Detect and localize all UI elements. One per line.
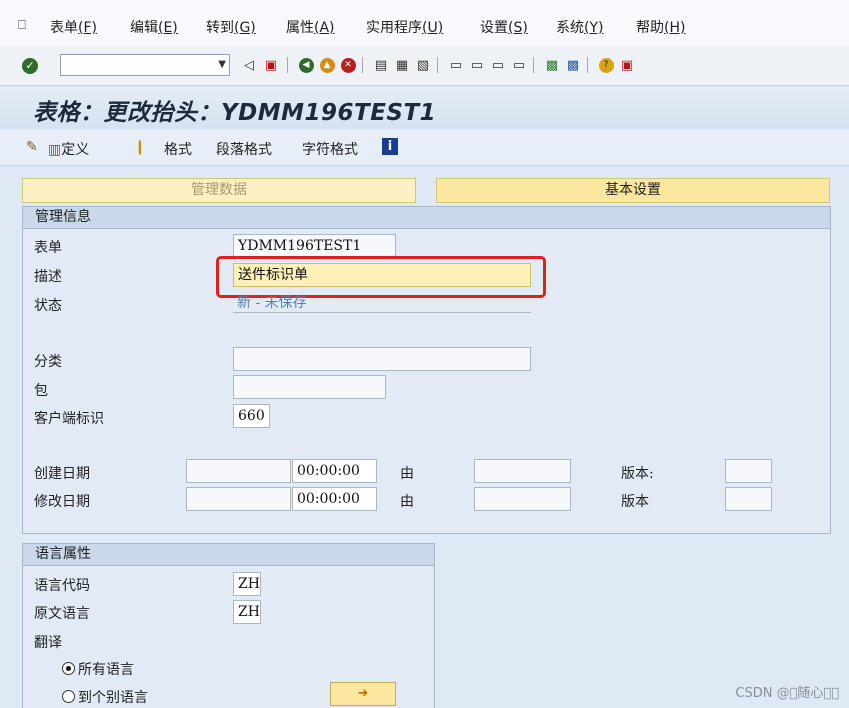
info-icon[interactable]: i bbox=[382, 138, 398, 155]
menu-system[interactable]: 系统(Y) bbox=[556, 17, 603, 37]
find-next-icon[interactable]: ▧ bbox=[414, 56, 432, 74]
language-code-field[interactable]: ZH bbox=[233, 572, 261, 596]
menu-form[interactable]: 表单(F) bbox=[50, 17, 97, 37]
toolbar-separator bbox=[533, 57, 534, 73]
menu-edit[interactable]: 编辑(E) bbox=[130, 17, 178, 37]
prev-page-icon[interactable]: ▭ bbox=[468, 56, 486, 74]
collapse-left-icon[interactable]: ◁ bbox=[240, 56, 258, 74]
status-label: 状态 bbox=[34, 298, 62, 314]
define-icon: ▥ bbox=[48, 142, 62, 158]
watermark: CSDN @ 随心   bbox=[735, 686, 839, 701]
menu-help[interactable]: 帮助(H) bbox=[636, 17, 685, 37]
toolbar-separator bbox=[437, 57, 438, 73]
changed-date-label: 修改日期 bbox=[34, 494, 90, 510]
changed-version-label: 版本 bbox=[621, 494, 649, 510]
menu-goto[interactable]: 转到(G) bbox=[206, 17, 256, 37]
created-time-field[interactable]: 00:00:00 bbox=[292, 459, 377, 483]
menu-window-icon[interactable]: ⎕ bbox=[18, 18, 26, 33]
radio-unselected-icon bbox=[62, 690, 75, 703]
package-field[interactable] bbox=[233, 375, 386, 399]
paragraph-format-button[interactable]: 段落格式 bbox=[216, 139, 272, 159]
shortcut-icon[interactable]: ▩ bbox=[564, 56, 582, 74]
created-date-label: 创建日期 bbox=[34, 466, 90, 482]
application-toolbar: ✎ ▥定义 ❙ 格式 段落格式 字符格式 i bbox=[0, 130, 849, 166]
back-icon[interactable]: ◀ bbox=[297, 56, 315, 74]
next-page-icon[interactable]: ▭ bbox=[489, 56, 507, 74]
print-icon[interactable]: ▤ bbox=[372, 56, 390, 74]
exit-icon[interactable]: ▲ bbox=[318, 56, 336, 74]
marker-icon[interactable]: ❙ bbox=[134, 139, 146, 155]
client-label: 客户端标识 bbox=[34, 411, 104, 427]
toolbar-separator bbox=[362, 57, 363, 73]
new-session-icon[interactable]: ▩ bbox=[543, 56, 561, 74]
save-icon[interactable]: ▣ bbox=[262, 56, 280, 74]
created-version-label: 版本: bbox=[621, 466, 654, 482]
customize-layout-icon[interactable]: ▣ bbox=[618, 56, 636, 74]
tab-basic-settings[interactable]: 基本设置 bbox=[436, 178, 830, 203]
language-code-label: 语言代码 bbox=[34, 578, 90, 594]
created-version-field[interactable] bbox=[725, 459, 772, 483]
format-button[interactable]: 格式 bbox=[164, 139, 192, 159]
toolbar-separator bbox=[287, 57, 288, 73]
standard-toolbar: ✓ ▼ ◁ ▣ ◀ ▲ ✕ ▤ ▦ ▧ ▭ ▭ ▭ ▭ ▩ ▩ ? ▣ bbox=[0, 46, 849, 86]
created-date-field[interactable] bbox=[186, 459, 291, 483]
menu-settings[interactable]: 设置(S) bbox=[480, 17, 528, 37]
page-title: 表格：更改抬头：YDMM196TEST1 bbox=[33, 100, 437, 126]
edit-pencil-icon[interactable]: ✎ bbox=[26, 139, 38, 155]
original-language-field[interactable]: ZH bbox=[233, 600, 261, 624]
created-by-field[interactable] bbox=[474, 459, 571, 483]
toolbar-separator bbox=[587, 57, 588, 73]
title-bar: 表格：更改抬头：YDMM196TEST1 bbox=[0, 87, 849, 129]
description-label: 描述 bbox=[34, 269, 62, 285]
form-label: 表单 bbox=[34, 240, 62, 256]
radio-selected-icon bbox=[62, 662, 75, 675]
admin-info-title: 管理信息 bbox=[23, 207, 830, 229]
enter-check-icon[interactable]: ✓ bbox=[22, 58, 38, 74]
created-by-label: 由 bbox=[400, 466, 414, 482]
changed-date-field[interactable] bbox=[186, 487, 291, 511]
radio-all-languages[interactable]: 所有语言 bbox=[62, 659, 134, 679]
translate-label: 翻译 bbox=[34, 635, 62, 651]
menu-attributes[interactable]: 属性(A) bbox=[286, 17, 335, 37]
tab-admin-data[interactable]: 管理数据 bbox=[22, 178, 416, 203]
find-icon[interactable]: ▦ bbox=[393, 56, 411, 74]
highlight-annotation bbox=[216, 256, 546, 298]
changed-time-field[interactable]: 00:00:00 bbox=[292, 487, 377, 511]
command-dropdown-icon[interactable]: ▼ bbox=[218, 59, 226, 70]
changed-by-field[interactable] bbox=[474, 487, 571, 511]
client-field[interactable]: 660 bbox=[233, 404, 270, 428]
package-label: 包 bbox=[34, 383, 48, 399]
first-page-icon[interactable]: ▭ bbox=[447, 56, 465, 74]
form-name-field[interactable]: YDMM196TEST1 bbox=[233, 234, 396, 258]
char-format-button[interactable]: 字符格式 bbox=[302, 139, 358, 159]
status-value: 新 - 未保存 bbox=[233, 295, 531, 313]
radio-single-language[interactable]: 到个别语言 bbox=[62, 687, 148, 707]
last-page-icon[interactable]: ▭ bbox=[510, 56, 528, 74]
menu-bar: ⎕ 表单(F) 编辑(E) 转到(G) 属性(A) 实用程序(U) 设置(S) … bbox=[0, 0, 849, 46]
command-field[interactable]: ▼ bbox=[60, 54, 230, 76]
define-button[interactable]: ▥定义 bbox=[48, 139, 89, 159]
cancel-icon[interactable]: ✕ bbox=[339, 56, 357, 74]
language-attributes-title: 语言属性 bbox=[23, 544, 434, 566]
changed-by-label: 由 bbox=[400, 494, 414, 510]
class-label: 分类 bbox=[34, 354, 62, 370]
changed-version-field[interactable] bbox=[725, 487, 772, 511]
arrow-right-icon: ➜ bbox=[357, 686, 369, 701]
menu-utilities[interactable]: 实用程序(U) bbox=[366, 17, 443, 37]
help-icon[interactable]: ? bbox=[597, 56, 615, 74]
class-field[interactable] bbox=[233, 347, 531, 371]
original-language-label: 原文语言 bbox=[34, 606, 90, 622]
select-languages-button[interactable]: ➜ bbox=[330, 682, 396, 706]
